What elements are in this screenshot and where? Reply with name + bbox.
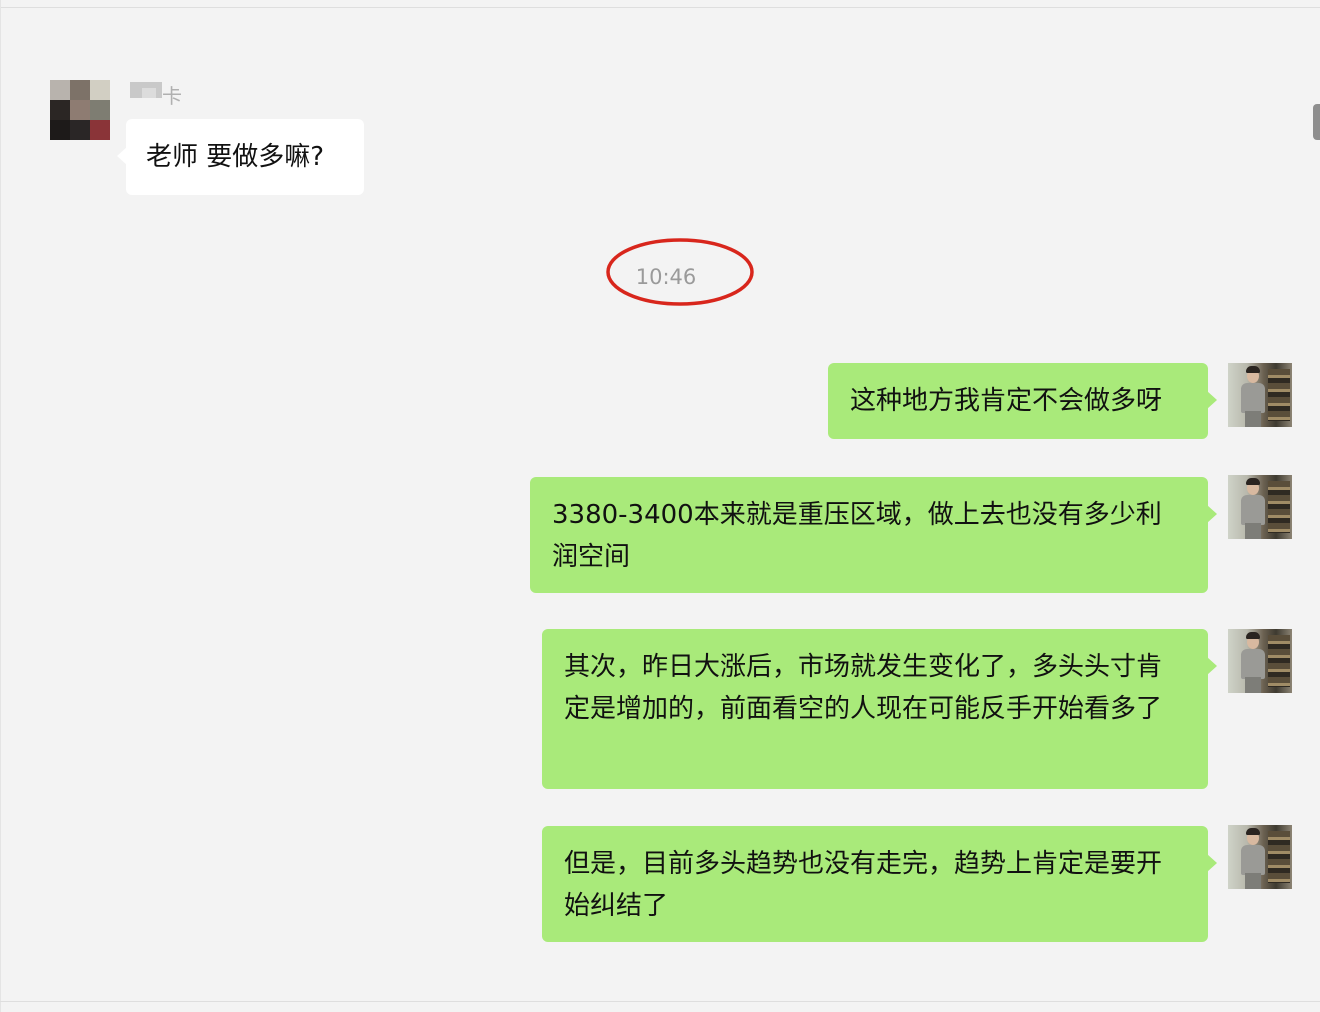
- scrollbar-thumb[interactable]: [1313, 104, 1320, 140]
- user-avatar[interactable]: [1228, 825, 1292, 889]
- outgoing-message-bubble[interactable]: 其次，昨日大涨后，市场就发生变化了，多头头寸肯定是增加的，前面看空的人现在可能反…: [542, 629, 1217, 789]
- left-edge: [0, 0, 1, 1012]
- outgoing-message-text: 这种地方我肯定不会做多呀: [850, 386, 1163, 416]
- user-avatar[interactable]: [1228, 363, 1292, 427]
- outgoing-message-text: 但是，目前多头趋势也没有走完，趋势上肯定是要开始纠结了: [564, 849, 1163, 921]
- incoming-message-bubble[interactable]: 老师 要做多嘛?: [117, 119, 364, 195]
- outgoing-message-bubble[interactable]: 这种地方我肯定不会做多呀: [828, 363, 1217, 439]
- sender-name: 卡: [130, 80, 182, 108]
- sender-avatar[interactable]: [50, 80, 110, 140]
- outgoing-message-text: 其次，昨日大涨后，市场就发生变化了，多头头寸肯定是增加的，前面看空的人现在可能反…: [564, 652, 1163, 724]
- user-avatar[interactable]: [1228, 629, 1292, 693]
- incoming-message-text: 老师 要做多嘛?: [146, 142, 325, 172]
- user-avatar[interactable]: [1228, 475, 1292, 539]
- outgoing-message-text: 3380-3400本来就是重压区域，做上去也没有多少利润空间: [552, 500, 1162, 572]
- sender-name-fragment: 卡: [162, 84, 182, 108]
- top-divider: [0, 7, 1320, 8]
- message-timestamp: 10:46: [635, 265, 697, 289]
- bottom-divider: [0, 1001, 1320, 1002]
- outgoing-message-bubble[interactable]: 3380-3400本来就是重压区域，做上去也没有多少利润空间: [530, 477, 1217, 593]
- outgoing-message-bubble[interactable]: 但是，目前多头趋势也没有走完，趋势上肯定是要开始纠结了: [542, 826, 1217, 942]
